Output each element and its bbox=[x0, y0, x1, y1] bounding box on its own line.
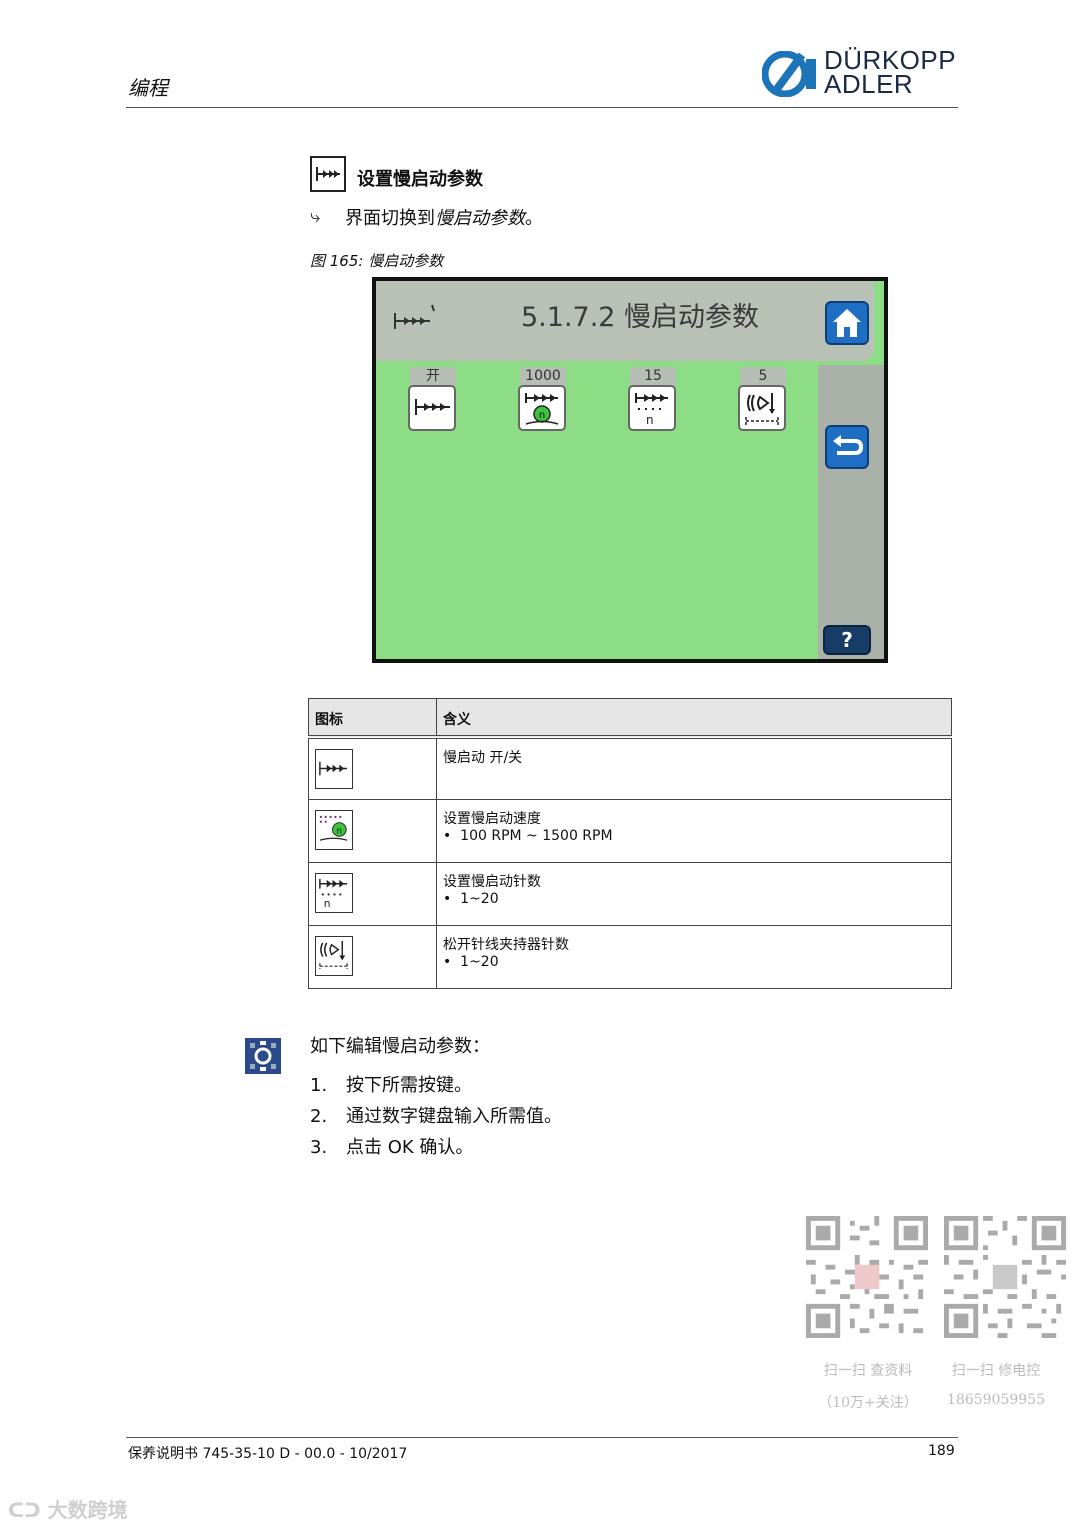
row-bullet: • 100 RPM ~ 1500 RPM bbox=[443, 828, 613, 844]
back-arrow-icon bbox=[833, 435, 864, 455]
param-slow-start-toggle[interactable]: 开 bbox=[408, 367, 458, 431]
qr-caption-2: 扫一扫 修电控 18659059955 bbox=[947, 1363, 1045, 1408]
icon-meaning-table: 图标 含义 慢启动 开/关 n 设置慢启动速度 • 100 RPM ~ 1500… bbox=[308, 698, 952, 989]
qr-code-resources bbox=[806, 1216, 928, 1338]
thread-clamp-icon bbox=[745, 393, 779, 425]
figure-caption: 图 165: 慢启动参数 bbox=[310, 252, 444, 270]
table-row: n 设置慢启动速度 • 100 RPM ~ 1500 RPM bbox=[308, 799, 952, 863]
table-row: n 设置慢启动针数 • 1~20 bbox=[308, 862, 952, 926]
result-arrow-icon: ⤷ bbox=[310, 206, 321, 227]
footer-divider bbox=[126, 1437, 958, 1438]
svg-text:n: n bbox=[539, 410, 545, 421]
device-screen: 5.1.7.2 慢启动参数 ? 开 1000 n 15 n 5 bbox=[372, 277, 888, 663]
qr-caption-1: 扫一扫 查资料 （10万+关注） bbox=[818, 1363, 918, 1411]
result-text: 界面切换到慢启动参数。 bbox=[345, 208, 543, 229]
table-header-icon: 图标 bbox=[308, 698, 437, 737]
slow-start-icon bbox=[394, 304, 435, 329]
row-title: 设置慢启动速度 bbox=[443, 811, 541, 827]
stitch-count-icon: n bbox=[635, 393, 668, 427]
qr-code-repair bbox=[944, 1216, 1066, 1338]
procedure-intro: 如下编辑慢启动参数： bbox=[310, 1036, 490, 1057]
footer-document-id: 保养说明书 745-35-10 D - 00.0 - 10/2017 bbox=[128, 1446, 408, 1462]
screen-titlebar: 5.1.7.2 慢启动参数 bbox=[376, 281, 874, 361]
param-value: 5 bbox=[740, 367, 786, 385]
home-icon bbox=[833, 309, 861, 337]
home-button[interactable] bbox=[825, 301, 869, 345]
thread-clamp-icon bbox=[315, 936, 353, 976]
row-title: 松开针线夹持器针数 bbox=[443, 937, 569, 953]
page-number: 189 bbox=[928, 1443, 955, 1459]
slow-start-icon bbox=[315, 748, 353, 789]
param-value: 开 bbox=[410, 367, 456, 385]
stitch-count-label: n bbox=[324, 897, 331, 910]
slow-start-icon bbox=[310, 156, 346, 192]
row-bullet: • 1~20 bbox=[443, 954, 499, 970]
speed-icon: n bbox=[315, 810, 353, 850]
param-slow-start-stitches[interactable]: 15 n bbox=[628, 367, 678, 431]
durkopp-adler-logo: DÜRKOPP ADLER bbox=[762, 47, 962, 102]
param-slow-start-speed[interactable]: 1000 n bbox=[518, 367, 568, 431]
section-heading: 设置慢启动参数 bbox=[357, 169, 483, 190]
procedure-icon bbox=[245, 1038, 281, 1074]
table-header-meaning: 含义 bbox=[436, 698, 952, 737]
table-row: 慢启动 开/关 bbox=[308, 734, 952, 800]
row-title: 慢启动 开/关 bbox=[443, 749, 523, 766]
back-button[interactable] bbox=[825, 425, 869, 469]
procedure-step: 1. 按下所需按键。 bbox=[310, 1075, 472, 1096]
param-value: 1000 bbox=[520, 367, 566, 385]
screen-title: 5.1.7.2 慢启动参数 bbox=[521, 302, 760, 333]
row-title: 设置慢启动针数 bbox=[443, 874, 541, 890]
stitch-count-icon: n bbox=[315, 873, 353, 913]
header-divider bbox=[126, 107, 958, 108]
header-title: 编程 bbox=[128, 76, 168, 100]
watermark: ᑕᑐ 大数跨境 bbox=[8, 1498, 128, 1522]
procedure-step: 2. 通过数字键盘输入所需值。 bbox=[310, 1106, 562, 1127]
watermark-logo-icon: ᑕᑐ bbox=[8, 1498, 48, 1522]
brand-line-2: ADLER bbox=[824, 69, 914, 99]
help-button[interactable]: ? bbox=[823, 625, 871, 655]
logo-mark-icon bbox=[762, 51, 816, 97]
param-value: 15 bbox=[630, 367, 676, 385]
svg-text:n: n bbox=[337, 826, 343, 836]
slow-start-icon bbox=[415, 399, 450, 415]
param-thread-clamp-stitches[interactable]: 5 bbox=[738, 367, 788, 431]
row-bullet: • 1~20 bbox=[443, 891, 499, 907]
speed-icon: n bbox=[525, 393, 559, 425]
stitch-count-label: n bbox=[646, 413, 654, 427]
screen-sidebar bbox=[818, 365, 884, 659]
table-row: 松开针线夹持器针数 • 1~20 bbox=[308, 925, 952, 989]
procedure-step: 3. 点击 OK 确认。 bbox=[310, 1137, 474, 1158]
